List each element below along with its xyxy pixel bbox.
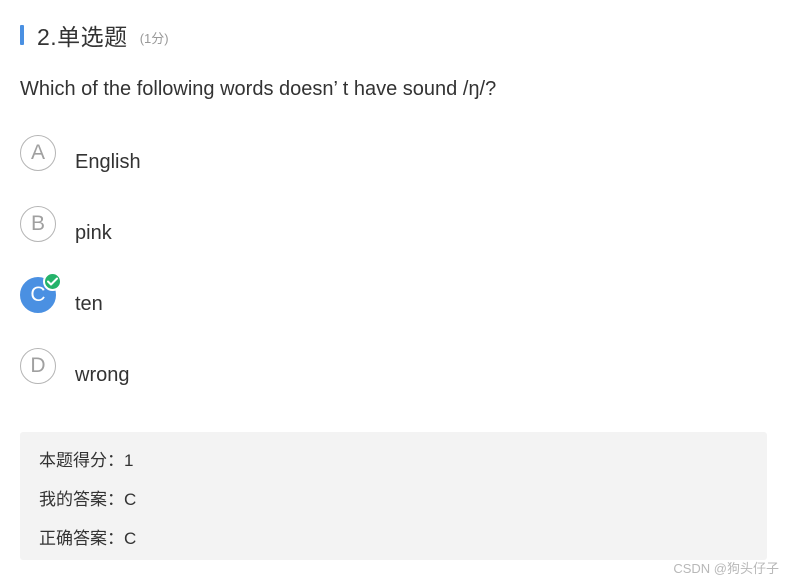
option-b[interactable]: B pink xyxy=(20,206,420,277)
options-list: A English B pink C ten D wrong xyxy=(20,135,420,419)
option-d-text: wrong xyxy=(75,364,130,386)
option-a[interactable]: A English xyxy=(20,135,420,206)
question-type-title: 2.单选题 xyxy=(37,24,128,50)
correct-answer-line: 正确答案：C xyxy=(39,529,137,548)
option-a-radio[interactable]: A xyxy=(20,135,56,171)
my-answer-line: 我的答案：C xyxy=(39,490,137,509)
accent-bar xyxy=(20,25,24,45)
option-a-letter: A xyxy=(30,141,45,164)
option-c[interactable]: C ten xyxy=(20,272,420,348)
option-b-letter: B xyxy=(30,212,45,235)
option-b-text: pink xyxy=(75,222,112,244)
question-score: (1分) xyxy=(139,30,169,46)
checkmark-icon xyxy=(47,277,58,286)
option-d-letter: D xyxy=(30,354,46,377)
option-a-text: English xyxy=(75,151,141,173)
question-header: 2.单选题 (1分) xyxy=(20,20,169,50)
option-c-letter: C xyxy=(30,283,46,306)
option-b-radio[interactable]: B xyxy=(20,206,56,242)
score-line: 本题得分：1 xyxy=(39,451,134,470)
option-c-text: ten xyxy=(75,293,103,315)
result-panel: 本题得分：1 我的答案：C 正确答案：C xyxy=(20,432,767,560)
option-d-radio[interactable]: D xyxy=(20,348,56,384)
watermark: CSDN @狗头仔子 xyxy=(673,561,779,576)
option-d[interactable]: D wrong xyxy=(20,348,420,419)
check-circle-icon xyxy=(43,272,62,291)
question-text: Which of the following words doesn’ t ha… xyxy=(20,78,497,100)
